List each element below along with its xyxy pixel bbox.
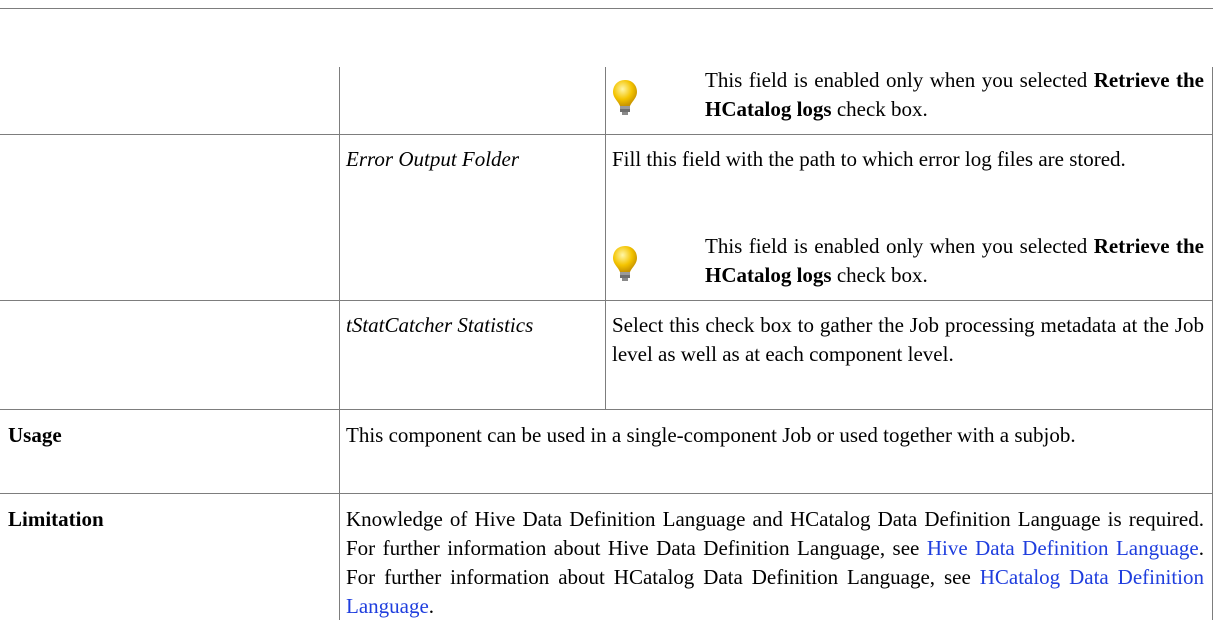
- tstatcatcher-statistics-label: tStatCatcher Statistics: [346, 313, 534, 337]
- lightbulb-tip-icon: [613, 246, 637, 281]
- page-top-rule: [0, 8, 1213, 9]
- row-divider-1: [0, 134, 1213, 135]
- hive-ddl-link[interactable]: Hive Data Definition Language: [927, 536, 1199, 560]
- row-divider-4: [0, 493, 1213, 494]
- tip-note-suffix: check box.: [831, 97, 928, 121]
- tip-note-text: This field is enabled only when you sele…: [705, 232, 1204, 290]
- limitation-text-3: .: [428, 594, 435, 618]
- tip-note-suffix: check box.: [831, 263, 928, 287]
- tip-note-prefix: This field is enabled only when you sele…: [705, 68, 1088, 92]
- error-output-folder-description: Fill this field with the path to which e…: [612, 147, 1126, 171]
- lightbulb-tip-icon: [613, 80, 637, 115]
- column-divider-inner: [605, 67, 606, 409]
- row-divider-2: [0, 300, 1213, 301]
- usage-description: This component can be used in a single-c…: [346, 423, 1076, 447]
- row-divider-3: [0, 409, 1213, 410]
- tip-note-text: This field is enabled only when you sele…: [705, 66, 1204, 124]
- tip-note-prefix: This field is enabled only when you sele…: [705, 234, 1088, 258]
- usage-header: Usage: [8, 423, 62, 447]
- limitation-description: Knowledge of Hive Data Definition Langua…: [346, 505, 1204, 621]
- limitation-header: Limitation: [8, 507, 104, 531]
- error-output-folder-label: Error Output Folder: [346, 147, 520, 171]
- column-divider-label: [339, 67, 340, 620]
- tstatcatcher-statistics-description: Select this check box to gather the Job …: [612, 313, 1204, 366]
